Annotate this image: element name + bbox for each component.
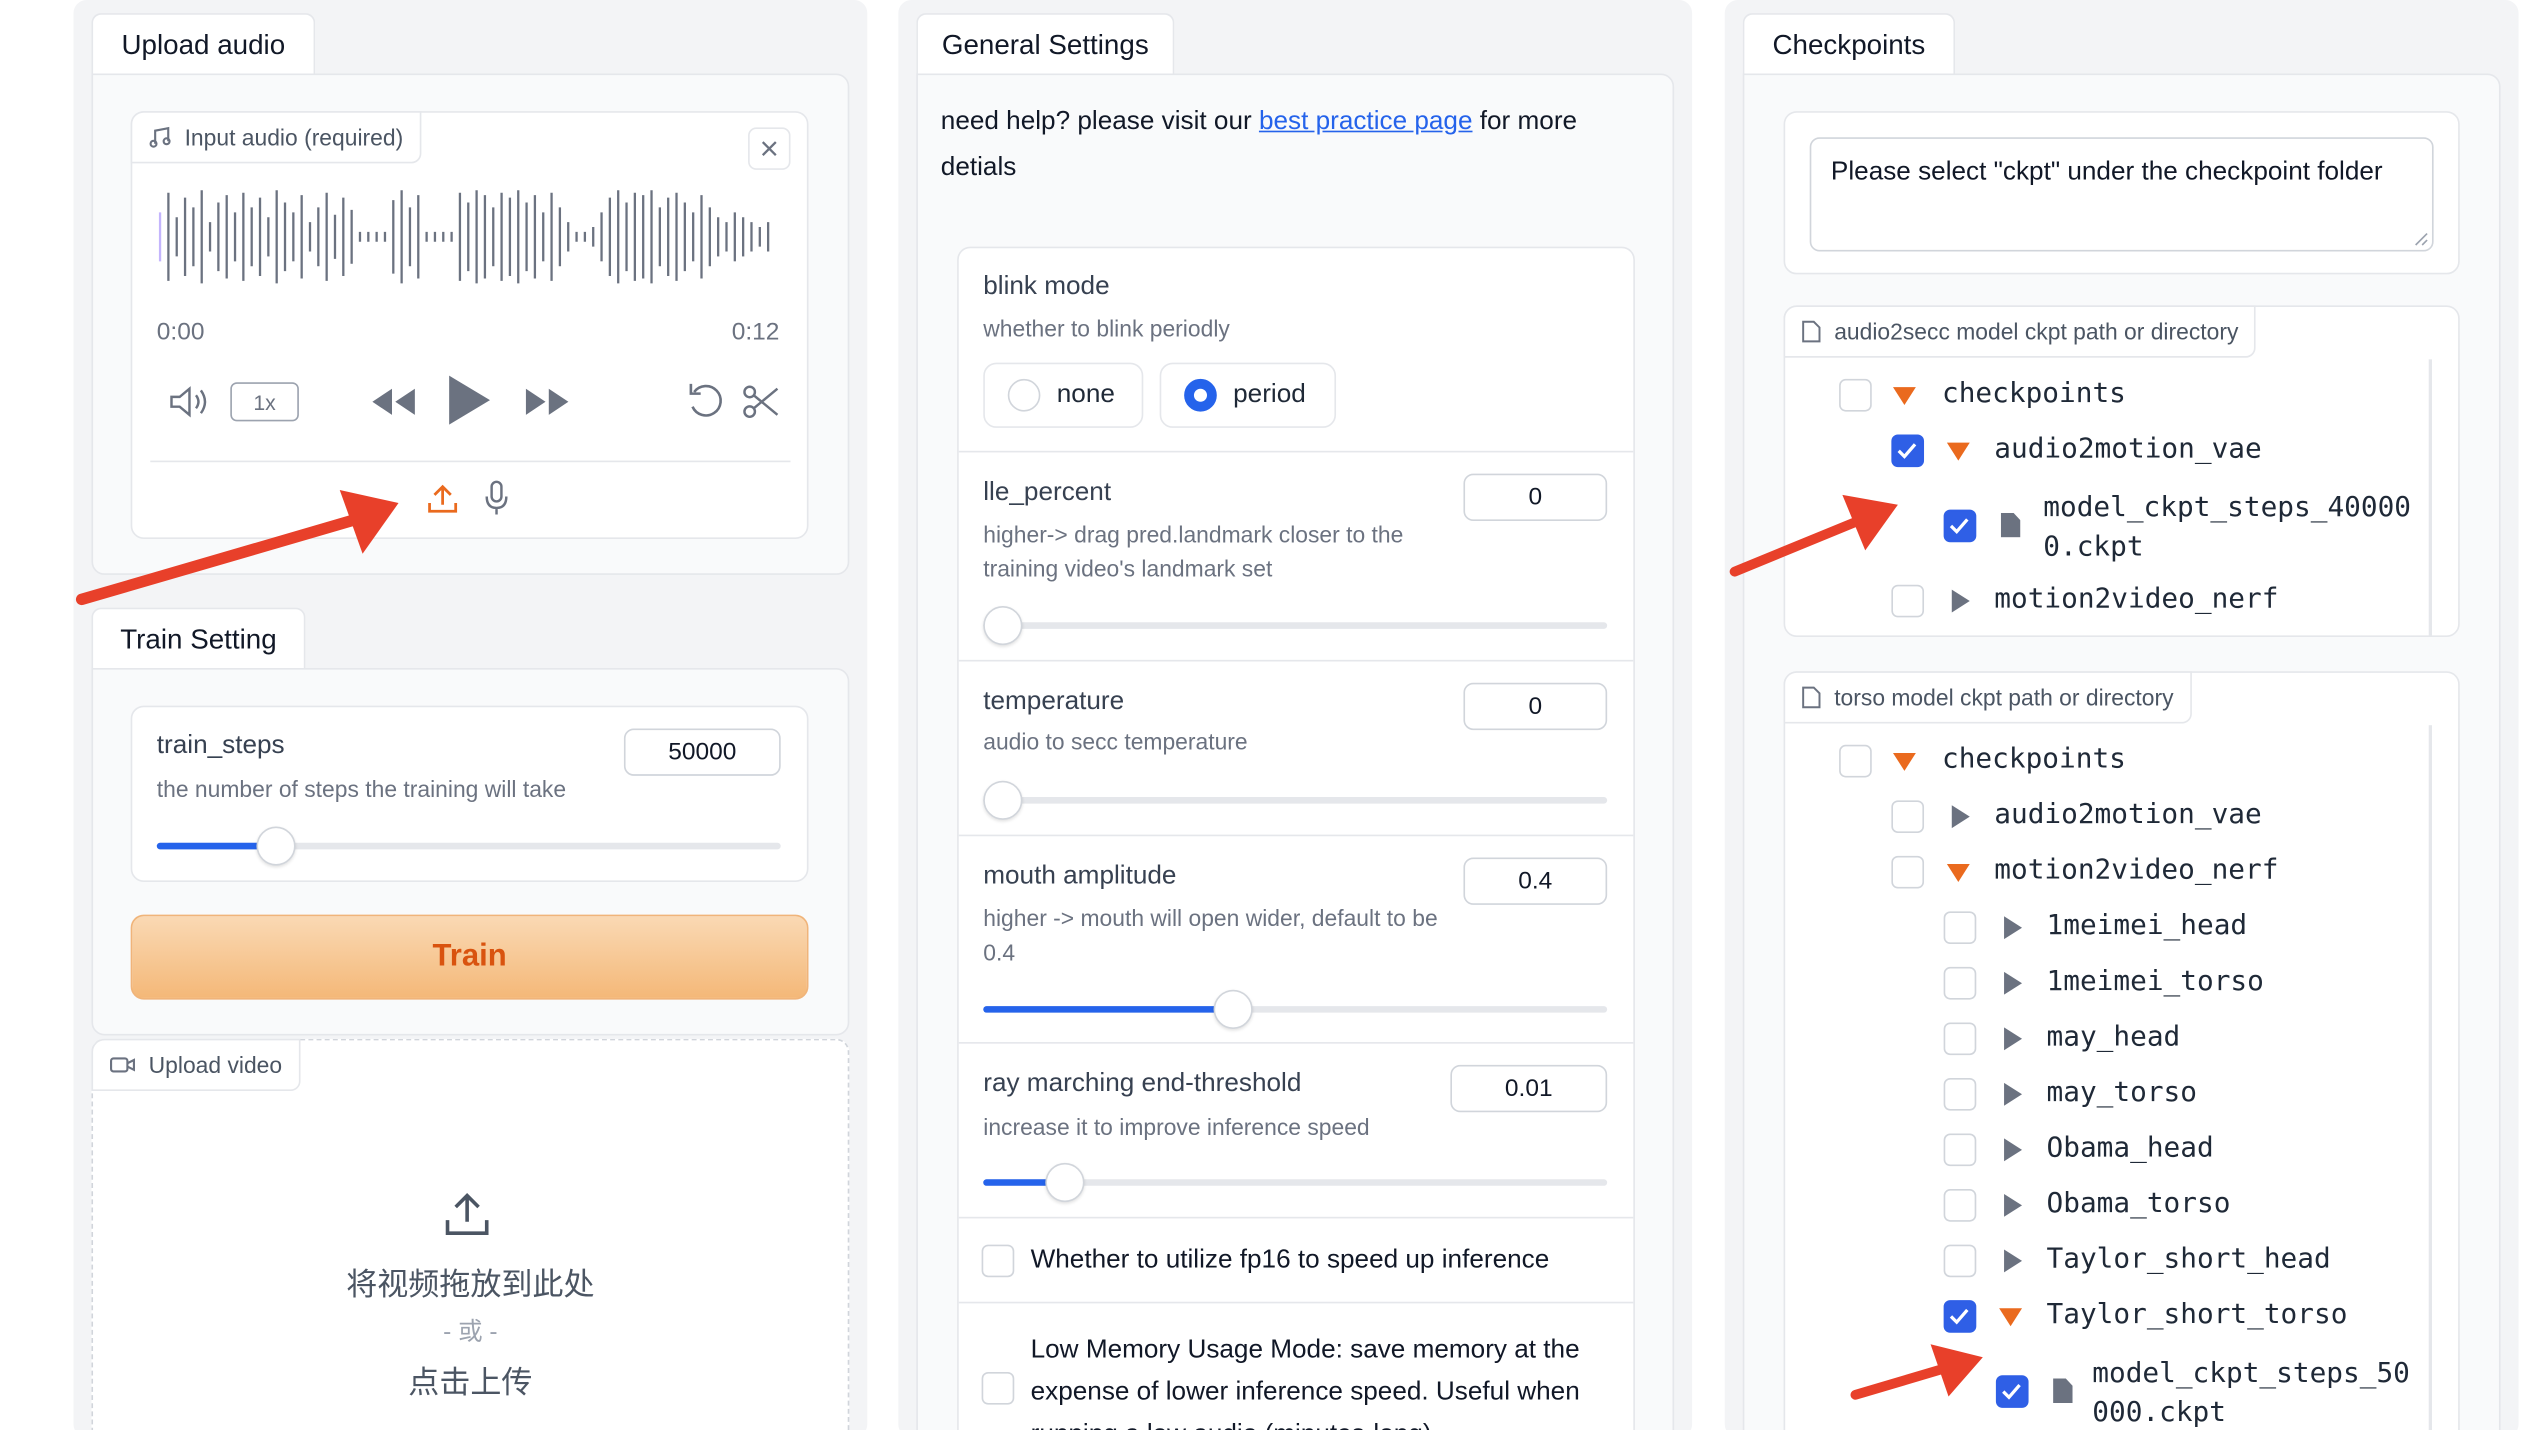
arrow-to-upload xyxy=(75,489,399,606)
annotation-arrows xyxy=(75,489,1983,1400)
arrow-to-audio2secc-ckpt xyxy=(1729,494,1898,577)
arrow-to-torso-ckpt xyxy=(1850,1344,1983,1400)
